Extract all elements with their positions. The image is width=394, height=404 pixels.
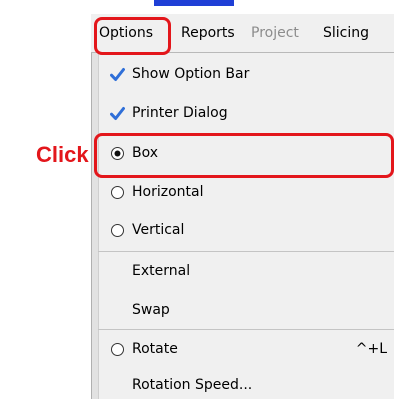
menu-item-label: Rotation Speed...: [132, 377, 253, 393]
menu-item-label: Rotate: [132, 341, 178, 357]
menu-item-printer-dialog[interactable]: Printer Dialog: [92, 94, 394, 132]
menu-item-label: Horizontal: [132, 184, 204, 200]
menu-item-horizontal[interactable]: Horizontal: [92, 173, 394, 211]
menu-item-rotation-speed[interactable]: Rotation Speed...: [92, 366, 394, 404]
checkmark-icon: [110, 68, 125, 81]
box-highlight-box: [94, 133, 394, 178]
blue-title-fragment: [154, 0, 234, 6]
menu-slicing[interactable]: Slicing: [323, 24, 369, 42]
menu-item-rotate[interactable]: Rotate ^+L: [92, 330, 394, 368]
menu-item-external[interactable]: External: [92, 252, 394, 290]
menu-item-swap[interactable]: Swap: [92, 291, 394, 329]
menu-project[interactable]: Project: [251, 24, 299, 42]
options-dropdown-menu: Show Option Bar Printer Dialog Box Horiz…: [91, 53, 394, 399]
checkmark-icon: [110, 107, 125, 120]
menu-item-label: External: [132, 263, 191, 279]
menu-item-label: Show Option Bar: [132, 66, 250, 82]
radio-empty-icon: [111, 343, 124, 356]
radio-empty-icon: [111, 224, 124, 237]
menu-item-label: Printer Dialog: [132, 105, 228, 121]
menu-item-label: Vertical: [132, 222, 185, 238]
menu-item-vertical[interactable]: Vertical: [92, 211, 394, 249]
click-annotation: Click: [36, 142, 89, 167]
menu-item-show-option-bar[interactable]: Show Option Bar: [92, 55, 394, 93]
menu-reports[interactable]: Reports: [181, 24, 235, 42]
menu-item-label: Swap: [132, 302, 170, 318]
options-highlight-box: [94, 17, 171, 55]
radio-empty-icon: [111, 186, 124, 199]
menu-item-accelerator: ^+L: [355, 341, 387, 357]
